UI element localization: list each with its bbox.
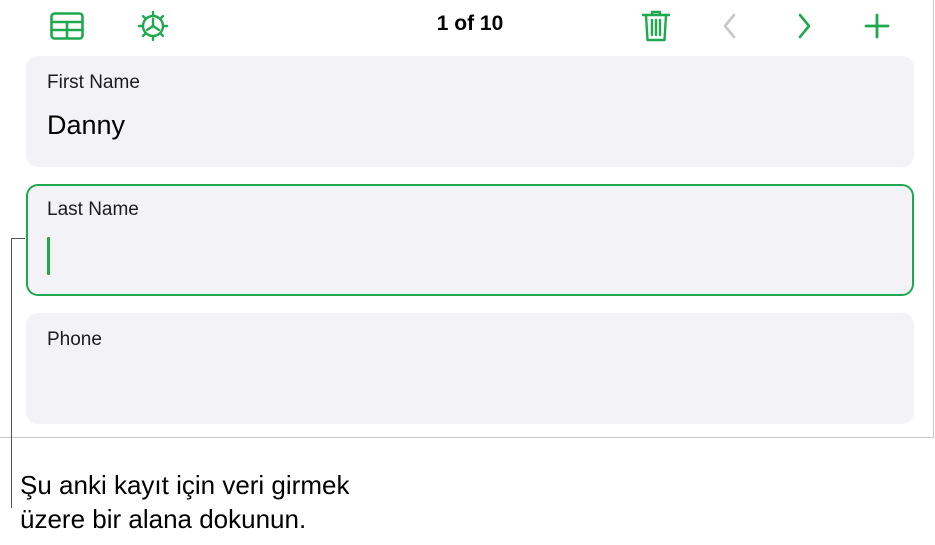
text-cursor: [47, 237, 50, 275]
field-value: Danny: [47, 110, 126, 140]
chevron-right-icon: [798, 13, 811, 39]
plus-icon: [864, 13, 890, 39]
table-icon: [50, 12, 84, 40]
trash-icon: [641, 10, 671, 42]
last-name-field[interactable]: Last Name: [26, 184, 914, 296]
table-view-button[interactable]: [47, 8, 87, 44]
form-screen: 1 of 10 First Name Danny Last Name Phone: [0, 0, 934, 438]
field-label: Phone: [47, 329, 102, 350]
callout-line: [11, 238, 12, 508]
field-label: Last Name: [47, 199, 139, 220]
toolbar: 1 of 10: [0, 0, 934, 54]
add-record-button[interactable]: [857, 8, 897, 44]
first-name-field[interactable]: First Name Danny: [26, 56, 914, 167]
callout-line-1: Şu anki kayıt için veri girmek: [20, 470, 350, 500]
field-label: First Name: [47, 72, 140, 93]
callout-line: [11, 238, 25, 239]
gear-icon: [137, 10, 169, 42]
chevron-left-icon: [723, 13, 736, 39]
delete-record-button[interactable]: [636, 8, 676, 44]
callout-text: Şu anki kayıt için veri girmek üzere bir…: [20, 468, 349, 536]
callout-line-2: üzere bir alana dokunun.: [20, 504, 307, 534]
record-counter: 1 of 10: [436, 12, 504, 35]
settings-button[interactable]: [133, 8, 173, 44]
next-record-button[interactable]: [784, 8, 824, 44]
previous-record-button[interactable]: [710, 8, 750, 44]
phone-field[interactable]: Phone: [26, 313, 914, 424]
